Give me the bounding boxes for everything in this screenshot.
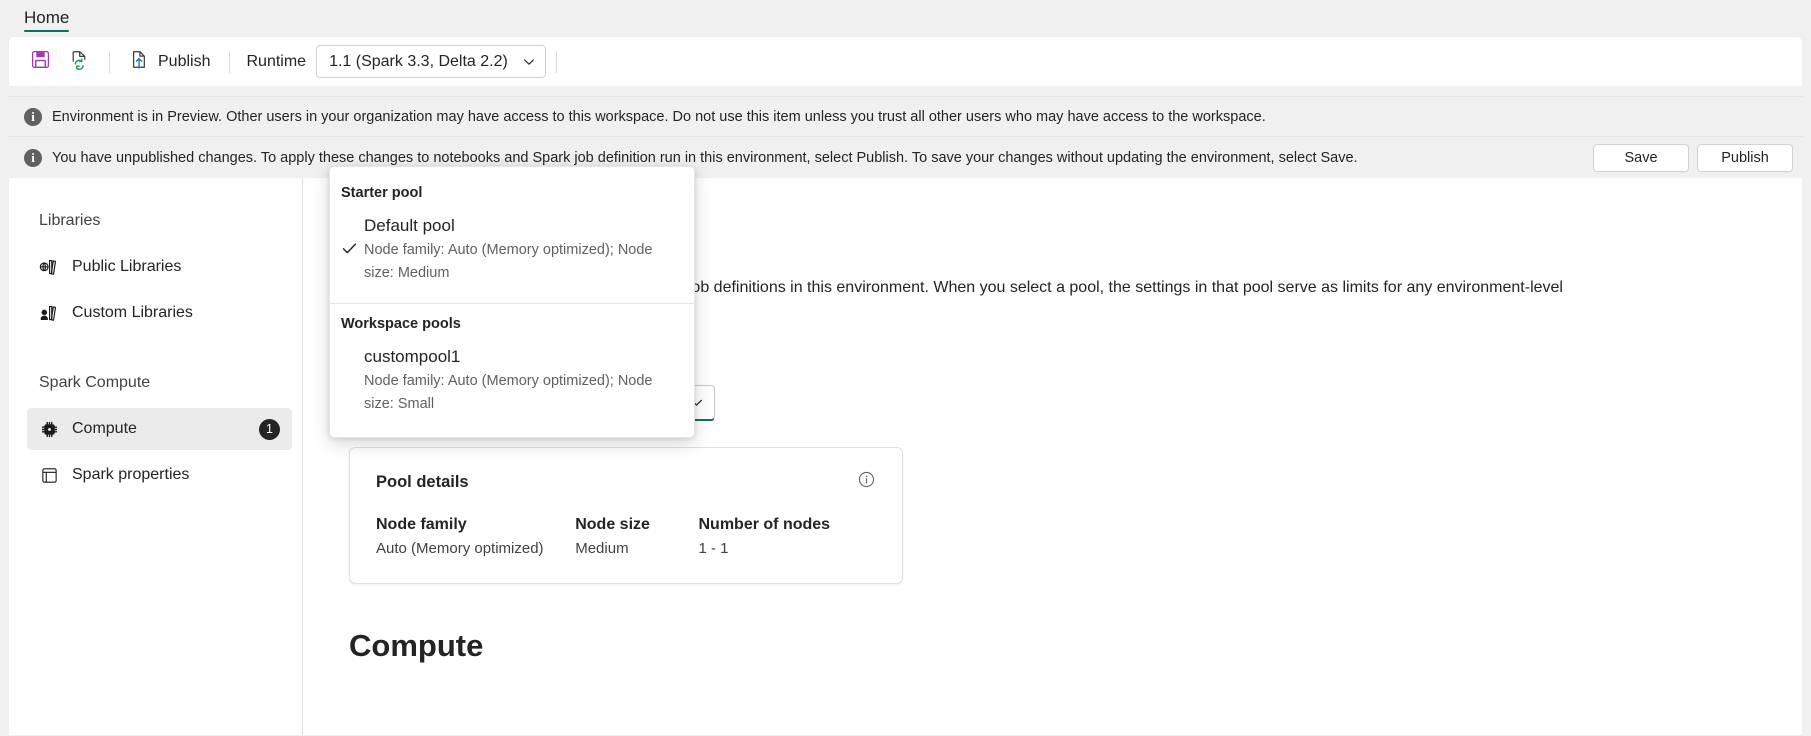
sidebar-compute-badge: 1 (259, 418, 280, 440)
sidebar-item-spark-properties[interactable]: Spark properties (27, 454, 292, 496)
info-circle-icon[interactable] (857, 470, 876, 494)
public-libraries-icon (39, 257, 59, 277)
unpublished-changes-text: You have unpublished changes. To apply t… (52, 149, 1358, 166)
chip-icon (39, 419, 59, 439)
runtime-label: Runtime (246, 52, 307, 70)
info-icon: i (24, 107, 42, 126)
sidebar-item-label: Public Libraries (72, 258, 182, 275)
notification-publish-button[interactable]: Publish (1697, 143, 1793, 172)
sidebar-group-title-libraries: Libraries (39, 212, 101, 229)
unpublished-changes-notification-bar: i You have unpublished changes. To apply… (8, 136, 1803, 178)
publish-button[interactable]: Publish (120, 44, 219, 80)
flyout-option-default-pool[interactable]: Default pool Node family: Auto (Memory o… (330, 209, 694, 297)
column-header: Number of nodes (698, 516, 831, 534)
tab-home[interactable]: Home (12, 0, 81, 36)
runtime-dropdown-value: 1.1 (Spark 3.3, Delta 2.2) (329, 52, 508, 70)
sidebar-item-label: Compute (72, 420, 137, 437)
command-separator-3 (555, 50, 557, 73)
pool-details-grid: Node family Auto (Memory optimized) Node… (376, 516, 876, 557)
column-value: 1 - 1 (698, 540, 729, 558)
pool-dropdown-flyout: Starter pool Default pool Node family: A… (329, 166, 695, 438)
custom-libraries-icon (39, 303, 59, 323)
section-heading-compute: Compute (349, 628, 484, 664)
properties-icon (39, 465, 59, 485)
pool-detail-column-node-size: Node size Medium (575, 516, 698, 557)
flyout-option-texts: custompool1 Node family: Auto (Memory op… (364, 344, 682, 416)
flyout-option-title: Default pool (364, 216, 455, 235)
flyout-option-custompool1[interactable]: custompool1 Node family: Auto (Memory op… (330, 340, 694, 428)
pool-details-title: Pool details (376, 472, 469, 491)
save-button[interactable] (21, 44, 60, 80)
refresh-icon (69, 49, 90, 75)
flyout-group-label-workspace-pools: Workspace pools (341, 316, 461, 333)
runtime-dropdown[interactable]: 1.1 (Spark 3.3, Delta 2.2) (316, 45, 546, 78)
command-separator-2 (229, 50, 231, 73)
flyout-option-subtitle: Node family: Auto (Memory optimized); No… (364, 372, 653, 413)
sidebar-item-label: Custom Libraries (72, 304, 193, 321)
pool-details-card: Pool details Node family Auto (Memory op… (349, 447, 903, 585)
tab-selected-underline (24, 29, 70, 32)
flyout-option-title: custompool1 (364, 347, 461, 367)
command-separator-1 (109, 50, 110, 73)
tab-home-label: Home (24, 8, 70, 27)
refresh-button[interactable] (60, 44, 99, 80)
info-icon: i (24, 148, 42, 167)
sidebar-item-label: Spark properties (72, 466, 190, 483)
preview-notification-bar: i Environment is in Preview. Other users… (8, 96, 1803, 136)
flyout-group-label-starter-pool: Starter pool (341, 185, 423, 201)
command-bar: Publish Runtime 1.1 (Spark 3.3, Delta 2.… (8, 36, 1803, 86)
page-body: Libraries Public Libraries Custom Librar… (8, 178, 1803, 736)
notification-save-button[interactable]: Save (1593, 143, 1689, 172)
app-root: Home Publish Runtime 1.1 (Spark 3.3, Del… (0, 0, 1811, 736)
chevron-down-icon (522, 55, 536, 69)
column-header: Node family (376, 516, 467, 534)
column-header: Node size (575, 516, 650, 534)
pool-details-header: Pool details (376, 470, 876, 494)
sidebar-item-public-libraries[interactable]: Public Libraries (27, 246, 292, 288)
publish-button-label: Publish (158, 52, 211, 70)
sidebar: Libraries Public Libraries Custom Librar… (9, 178, 303, 735)
flyout-option-subtitle: Node family: Auto (Memory optimized); No… (364, 241, 653, 281)
pool-detail-column-node-family: Node family Auto (Memory optimized) (376, 516, 575, 557)
ribbon-tabstrip: Home (0, 0, 1811, 36)
sidebar-item-custom-libraries[interactable]: Custom Libraries (27, 292, 292, 334)
sidebar-item-compute[interactable]: Compute 1 (27, 408, 292, 450)
publish-icon (129, 49, 150, 75)
column-value: Auto (Memory optimized) (376, 540, 544, 558)
checkmark-icon (341, 213, 364, 285)
checkmark-placeholder (341, 344, 364, 416)
sidebar-group-title-spark-compute: Spark Compute (39, 374, 151, 391)
column-value: Medium (575, 540, 629, 558)
notification-actions: Save Publish (1593, 143, 1803, 172)
preview-notification-text: Environment is in Preview. Other users i… (52, 108, 1266, 125)
pool-detail-column-number-of-nodes: Number of nodes 1 - 1 (699, 516, 877, 557)
save-icon (30, 49, 51, 75)
flyout-option-texts: Default pool Node family: Auto (Memory o… (364, 213, 682, 285)
